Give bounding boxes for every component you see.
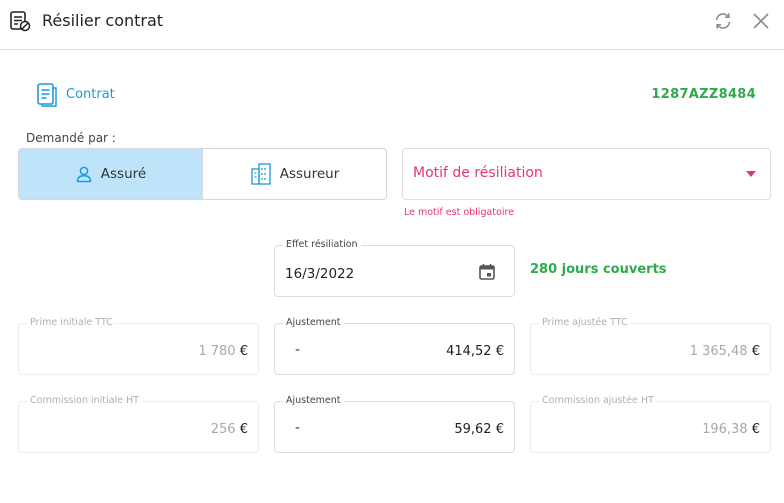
option-assureur[interactable]: Assureur bbox=[202, 149, 386, 199]
contract-document-icon bbox=[37, 83, 57, 107]
prime-ajustee-label: Prime ajustée TTC bbox=[539, 317, 631, 329]
building-icon bbox=[251, 163, 271, 185]
currency-symbol: € bbox=[239, 344, 248, 359]
prime-ajustee-field: Prime ajustée TTC 1 365,48 € bbox=[530, 317, 771, 375]
days-covered: 280 jours couverts bbox=[530, 262, 667, 277]
commission-ajustement-field[interactable]: Ajustement - 59,62 € bbox=[274, 395, 515, 453]
option-assure-label: Assuré bbox=[100, 166, 147, 182]
prime-ajustement-sign: - bbox=[295, 342, 301, 358]
option-assureur-label: Assureur bbox=[279, 166, 340, 182]
effet-date-field[interactable]: Effet résiliation 16/3/2022 bbox=[274, 239, 515, 297]
close-icon[interactable] bbox=[750, 10, 772, 32]
dialog-title: Résilier contrat bbox=[42, 11, 164, 30]
effet-date-value: 16/3/2022 bbox=[285, 266, 355, 282]
motif-error: Le motif est obligatoire bbox=[404, 207, 515, 218]
currency-symbol: € bbox=[495, 344, 504, 359]
commission-initiale-field: Commission initiale HT 256 € bbox=[18, 395, 259, 453]
commission-ajustement-sign: - bbox=[295, 420, 301, 436]
prime-initiale-value: 1 780 bbox=[198, 344, 236, 359]
commission-ajustement-value: 59,62 bbox=[454, 422, 492, 437]
doc-cancel-icon bbox=[10, 11, 31, 32]
prime-initiale-field: Prime initiale TTC 1 780 € bbox=[18, 317, 259, 375]
prime-ajustement-label: Ajustement bbox=[283, 317, 344, 329]
commission-ajustee-value: 196,38 bbox=[702, 422, 748, 437]
effet-date-label: Effet résiliation bbox=[283, 239, 361, 251]
requested-by-label: Demandé par : bbox=[26, 131, 116, 145]
prime-ajustement-value: 414,52 bbox=[446, 344, 492, 359]
commission-ajustement-label: Ajustement bbox=[283, 395, 344, 407]
currency-symbol: € bbox=[495, 422, 504, 437]
calendar-icon[interactable] bbox=[478, 263, 496, 281]
prime-ajustement-field[interactable]: Ajustement - 414,52 € bbox=[274, 317, 515, 375]
prime-initiale-label: Prime initiale TTC bbox=[27, 317, 116, 329]
motif-placeholder: Motif de résiliation bbox=[413, 165, 543, 181]
dialog-header: Résilier contrat bbox=[0, 0, 784, 50]
contract-label: Contrat bbox=[66, 87, 115, 102]
requested-by-toggle: Assuré Assureur bbox=[18, 148, 387, 200]
user-icon bbox=[76, 166, 92, 183]
chevron-down-icon bbox=[746, 171, 756, 177]
commission-ajustee-label: Commission ajustée HT bbox=[539, 395, 657, 407]
prime-ajustee-value: 1 365,48 bbox=[689, 344, 748, 359]
commission-ajustee-field: Commission ajustée HT 196,38 € bbox=[530, 395, 771, 453]
motif-select[interactable]: Motif de résiliation bbox=[402, 148, 771, 200]
currency-symbol: € bbox=[239, 422, 248, 437]
currency-symbol: € bbox=[751, 344, 760, 359]
commission-initiale-label: Commission initiale HT bbox=[27, 395, 142, 407]
refresh-icon[interactable] bbox=[712, 10, 734, 32]
option-assure[interactable]: Assuré bbox=[19, 149, 202, 199]
contract-number: 1287AZZ8484 bbox=[651, 87, 756, 102]
commission-initiale-value: 256 bbox=[210, 422, 236, 437]
currency-symbol: € bbox=[751, 422, 760, 437]
